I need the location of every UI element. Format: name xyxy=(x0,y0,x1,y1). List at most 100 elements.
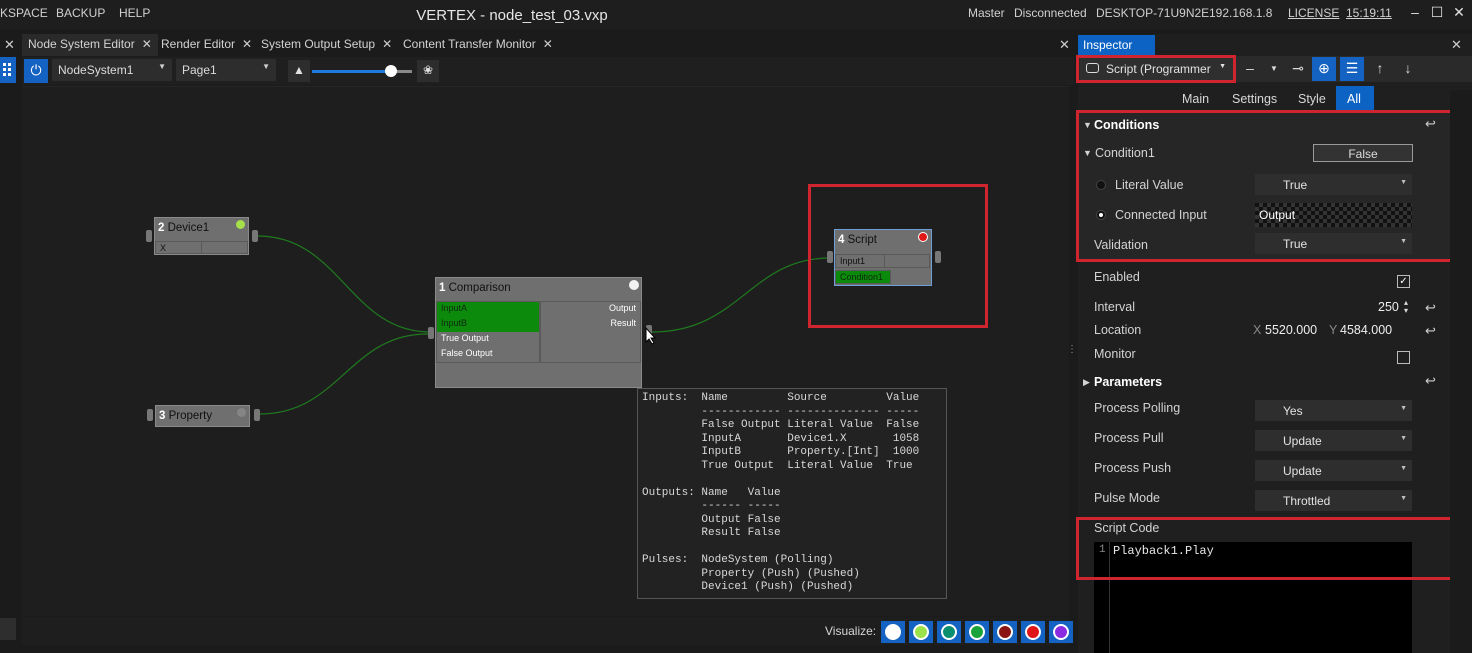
select-value: Yes xyxy=(1283,404,1303,418)
process-pull-label: Process Pull xyxy=(1094,431,1164,445)
tab-main[interactable]: Main xyxy=(1174,86,1217,112)
input-port[interactable] xyxy=(428,327,434,339)
clock: 15:19:11 xyxy=(1346,6,1392,20)
interval-label: Interval xyxy=(1094,300,1135,314)
node-title: Property xyxy=(168,410,213,422)
process-polling-label: Process Polling xyxy=(1094,401,1181,415)
node-property[interactable]: 3 Property xyxy=(155,405,250,427)
pin-icon[interactable]: ⊸ xyxy=(1286,57,1310,81)
select-value: Update xyxy=(1283,464,1322,478)
color-swatch-icon xyxy=(941,624,957,640)
tab-label: Inspector xyxy=(1083,38,1133,52)
input-row[interactable]: InputA xyxy=(437,302,539,317)
location-x-value[interactable]: 5520.000 xyxy=(1265,323,1317,337)
tab-style[interactable]: Style xyxy=(1290,86,1334,112)
visualize-color-button[interactable] xyxy=(993,621,1017,643)
node-header: 1 Comparison xyxy=(436,278,641,300)
input-port[interactable] xyxy=(147,409,153,421)
input-row[interactable]: InputB xyxy=(437,317,539,332)
visualize-color-button[interactable] xyxy=(937,621,961,643)
status-dot-icon xyxy=(236,220,245,229)
monitor-checkbox[interactable] xyxy=(1397,351,1410,364)
enabled-label: Enabled xyxy=(1094,270,1140,284)
node-port-row[interactable]: X xyxy=(155,241,202,254)
arrow-down-icon[interactable]: ↓ xyxy=(1396,57,1420,81)
output-row[interactable]: Output xyxy=(541,302,640,317)
process-push-select[interactable]: Update ▼ xyxy=(1255,460,1412,481)
tab-all[interactable]: All xyxy=(1336,86,1374,112)
side-strip xyxy=(0,618,16,640)
visualize-label: Visualize: xyxy=(825,624,877,638)
node-header: 2 Device1 xyxy=(155,218,248,240)
pulse-mode-label: Pulse Mode xyxy=(1094,491,1161,505)
select-value: Throttled xyxy=(1283,494,1331,508)
input-row[interactable]: True Output xyxy=(437,332,539,347)
process-pull-select[interactable]: Update ▼ xyxy=(1255,430,1412,451)
close-inspector-icon[interactable]: ✕ xyxy=(1451,37,1462,53)
output-port[interactable] xyxy=(252,230,258,242)
reset-icon[interactable]: ↩ xyxy=(1425,373,1436,389)
tab-inspector[interactable]: Inspector ✕ xyxy=(1078,35,1155,66)
reset-icon[interactable]: ↩ xyxy=(1425,300,1436,316)
input-row[interactable]: False Output xyxy=(437,347,539,362)
close-window-icon[interactable]: ✕ xyxy=(1452,4,1466,20)
node-comparison[interactable]: 1 Comparison InputA InputB True Output F… xyxy=(435,277,642,388)
interval-value[interactable]: 250 xyxy=(1378,300,1399,314)
chevron-down-icon: ▼ xyxy=(1400,435,1407,442)
color-swatch-icon xyxy=(913,624,929,640)
enabled-checkbox[interactable]: ✓ xyxy=(1397,275,1410,288)
link-property-to-comparison xyxy=(259,333,431,415)
expand-icon[interactable]: ▶ xyxy=(1083,377,1090,388)
node-header: 3 Property xyxy=(156,406,249,428)
visualize-color-button[interactable] xyxy=(1021,621,1045,643)
color-swatch-icon xyxy=(969,624,985,640)
location-y-label: Y xyxy=(1329,323,1338,337)
license-link[interactable]: LICENSE xyxy=(1288,6,1339,20)
node-title: Device1 xyxy=(167,222,210,234)
link-device-to-comparison xyxy=(257,235,431,333)
node-info-tooltip: Inputs: Name Source Value ------------ -… xyxy=(637,388,947,599)
process-push-label: Process Push xyxy=(1094,461,1172,475)
node-title: Comparison xyxy=(448,282,511,294)
location-y-value[interactable]: 4584.000 xyxy=(1340,323,1392,337)
tab-settings[interactable]: Settings xyxy=(1224,86,1285,112)
host-name: DESKTOP-71U9N2E xyxy=(1096,6,1210,20)
splitter-handle[interactable]: ⋮ xyxy=(1067,344,1077,355)
location-label: Location xyxy=(1094,323,1142,337)
remove-icon[interactable]: – xyxy=(1238,57,1262,81)
visualize-color-button[interactable] xyxy=(881,621,905,643)
arrow-up-icon[interactable]: ↑ xyxy=(1368,57,1392,81)
visualize-color-button[interactable] xyxy=(965,621,989,643)
minimize-icon[interactable]: – xyxy=(1408,4,1422,20)
ip-address: 192.168.1.8 xyxy=(1209,6,1273,20)
highlight-box-script-code xyxy=(1076,517,1458,580)
mouse-cursor-icon xyxy=(645,327,657,345)
output-list: Output Result xyxy=(540,301,641,363)
node-number: 3 xyxy=(159,410,166,422)
select-value: Update xyxy=(1283,434,1322,448)
list-view-icon[interactable]: ☰ xyxy=(1340,57,1364,81)
reset-icon[interactable]: ↩ xyxy=(1425,323,1436,339)
pulse-mode-select[interactable]: Throttled ▼ xyxy=(1255,490,1412,511)
maximize-icon[interactable]: ☐ xyxy=(1430,4,1444,20)
interval-stepper[interactable]: ▴ ▾ xyxy=(1404,299,1412,315)
parameters-header[interactable]: Parameters xyxy=(1094,375,1162,389)
target-icon[interactable]: ⊕ xyxy=(1312,57,1336,81)
highlight-box-select xyxy=(1076,55,1236,83)
input-port[interactable] xyxy=(146,230,152,242)
chevron-down-icon[interactable]: ▼ xyxy=(1262,57,1286,81)
node-device1[interactable]: 2 Device1 X xyxy=(154,217,249,255)
output-row[interactable]: Result xyxy=(541,317,640,332)
location-x-label: X xyxy=(1253,323,1262,337)
output-port[interactable] xyxy=(254,409,260,421)
color-swatch-icon xyxy=(1053,624,1069,640)
chevron-down-icon: ▼ xyxy=(1400,495,1407,502)
inspector-scrollbar[interactable] xyxy=(1450,90,1472,653)
link-comparison-to-script xyxy=(651,257,831,333)
visualize-color-button[interactable] xyxy=(909,621,933,643)
visualize-color-button[interactable] xyxy=(1049,621,1073,643)
highlight-box-conditions xyxy=(1076,110,1458,262)
process-polling-select[interactable]: Yes ▼ xyxy=(1255,400,1412,421)
node-port-row xyxy=(201,241,248,254)
node-number: 2 xyxy=(158,222,165,234)
